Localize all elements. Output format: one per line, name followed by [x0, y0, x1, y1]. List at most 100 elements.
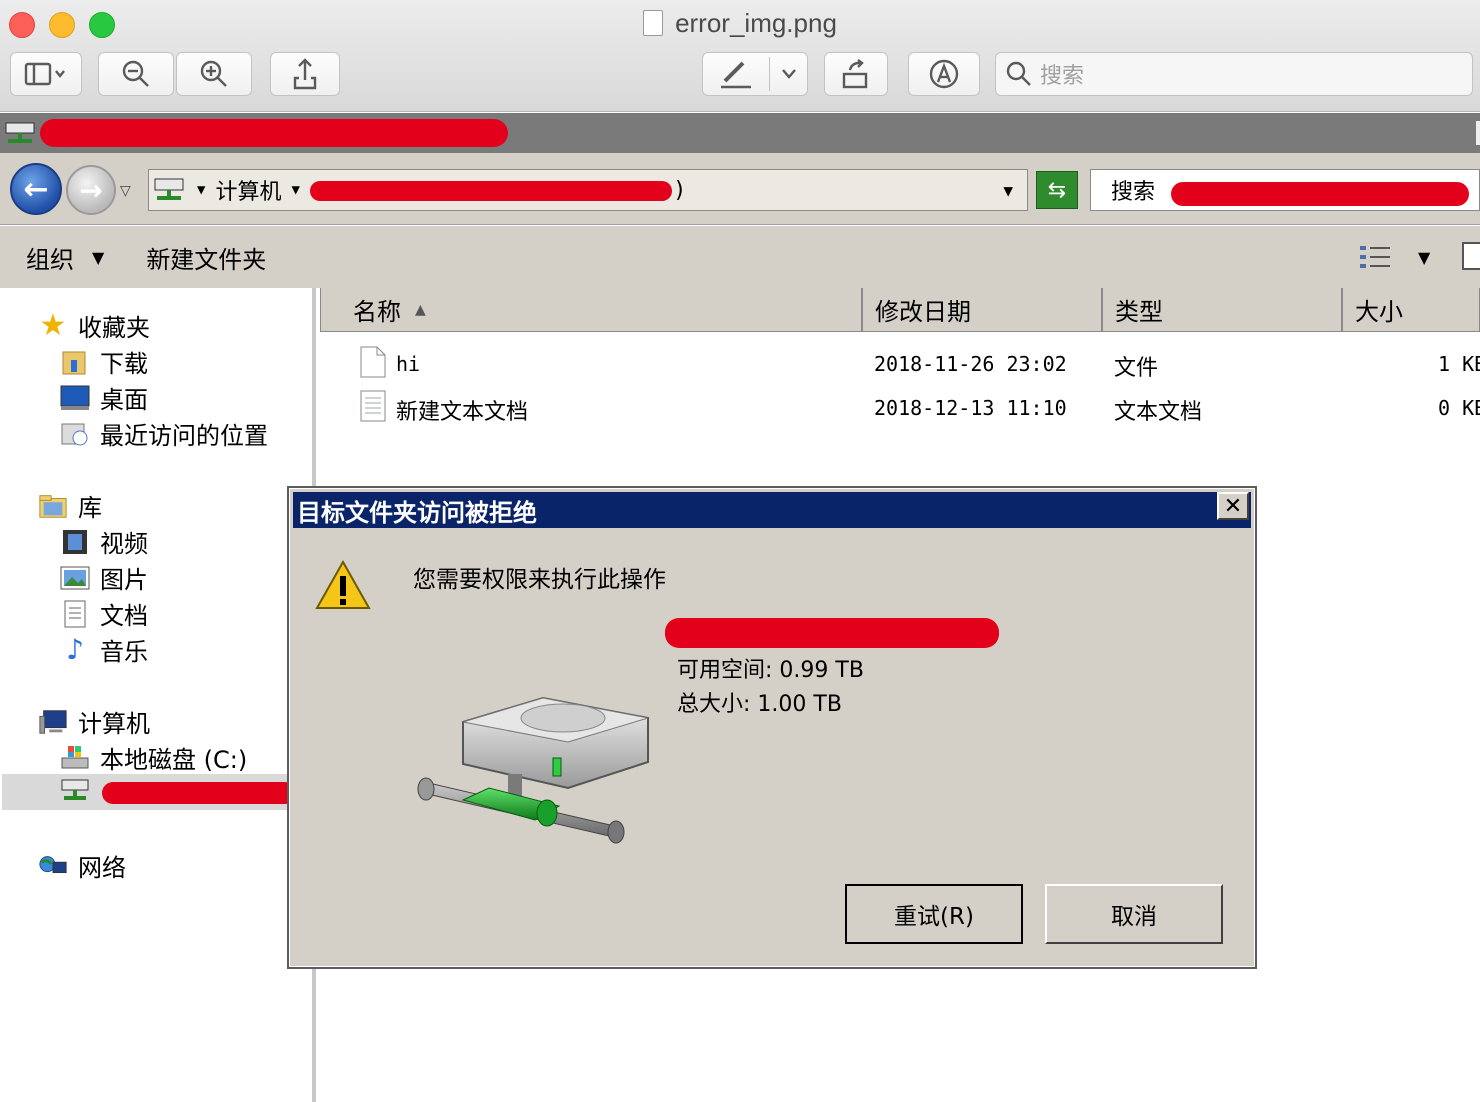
local-disk-icon — [60, 744, 90, 772]
redaction-mark — [1171, 182, 1469, 206]
text-document-icon — [360, 390, 386, 428]
markup-button[interactable] — [702, 52, 808, 96]
cancel-label: 取消 — [1111, 904, 1157, 930]
explorer-search-field[interactable]: 搜索 — [1090, 169, 1480, 211]
chevron-down-icon[interactable] — [779, 67, 799, 81]
forward-arrow-icon: → — [79, 173, 103, 207]
nav-pictures[interactable]: 图片 — [60, 560, 148, 595]
nav-recent-places[interactable]: 最近访问的位置 — [60, 416, 268, 451]
dialog-title: 目标文件夹访问被拒绝 — [297, 498, 537, 527]
nav-label: 本地磁盘 (C:) — [100, 746, 248, 774]
close-icon: ✕ — [1223, 493, 1243, 519]
breadcrumb-arrow-icon[interactable]: ▼ — [291, 182, 299, 198]
view-dropdown-icon[interactable]: ▼ — [1418, 248, 1430, 267]
window-title-text: error_img.png — [675, 8, 837, 38]
redaction-mark — [665, 618, 999, 648]
nav-local-disk[interactable]: 本地磁盘 (C:) — [60, 740, 247, 775]
downloads-folder-icon — [60, 348, 90, 376]
retry-button[interactable]: 重试(R) — [845, 884, 1023, 944]
breadcrumb-share[interactable] — [309, 175, 672, 205]
address-bar[interactable]: ▼ 计算机 ▼ :) ▼ — [148, 169, 1028, 211]
nav-favorites[interactable]: ★ 收藏夹 — [38, 308, 150, 343]
breadcrumb-computer[interactable]: 计算机 — [215, 174, 281, 206]
redaction-mark — [40, 119, 508, 147]
view-options-icon[interactable] — [1360, 246, 1390, 268]
search-placeholder: 搜索 — [1040, 64, 1085, 89]
total-size-label: 总大小: 1.00 TB — [677, 692, 842, 717]
breadcrumb-arrow-icon[interactable]: ▼ — [197, 182, 205, 198]
button-divider — [769, 57, 770, 91]
file-row[interactable]: hi 2018-11-26 23:02 文件 1 KB — [320, 346, 1480, 386]
zoom-in-icon — [200, 60, 227, 87]
history-dropdown[interactable]: ▽ — [120, 183, 131, 199]
file-row[interactable]: 新建文本文档 2018-12-13 11:10 文本文档 0 KB — [320, 390, 1480, 430]
file-modified: 2018-12-13 11:10 — [874, 396, 1067, 420]
zoom-out-icon — [122, 60, 149, 87]
file-size: 1 KB — [1438, 352, 1480, 376]
picture-icon — [60, 564, 90, 592]
column-header-modified[interactable]: 修改日期 — [862, 288, 1102, 332]
navigation-pane: ★ 收藏夹 下载 桌面 最近访问的位置 库 视频 图片 文档 ♪ 音乐 计算机 … — [0, 288, 316, 1102]
organize-menu[interactable]: 组织 ▼ — [26, 240, 104, 275]
nav-documents[interactable]: 文档 — [60, 596, 148, 631]
column-header-label: 名称 — [353, 298, 401, 326]
rotate-button[interactable] — [824, 52, 888, 96]
nav-libraries[interactable]: 库 — [38, 488, 102, 523]
sidebar-icon — [24, 62, 65, 86]
library-folder-icon — [38, 492, 68, 520]
nav-music[interactable]: ♪ 音乐 — [60, 632, 148, 667]
forward-button[interactable]: → — [66, 165, 116, 215]
file-type: 文件 — [1114, 356, 1159, 381]
redaction-mark — [309, 181, 672, 201]
image-file-icon — [643, 10, 664, 36]
pen-icon — [721, 61, 751, 89]
column-header-label: 类型 — [1115, 298, 1163, 326]
nav-downloads[interactable]: 下载 — [60, 344, 148, 379]
preview-pane-icon[interactable] — [1462, 242, 1480, 270]
nav-videos[interactable]: 视频 — [60, 524, 148, 559]
cancel-button[interactable]: 取消 — [1045, 884, 1223, 944]
nav-network-share[interactable] — [60, 776, 296, 804]
warning-icon — [315, 560, 371, 609]
zoom-out-button[interactable] — [98, 52, 174, 96]
address-dropdown-icon[interactable]: ▼ — [1003, 181, 1013, 200]
sort-ascending-icon: ▲ — [415, 301, 426, 318]
network-drive-icon — [60, 776, 90, 804]
music-note-icon: ♪ — [66, 633, 84, 666]
new-folder-button[interactable]: 新建文件夹 — [146, 240, 266, 275]
nav-label: 桌面 — [100, 386, 148, 414]
column-header-type[interactable]: 类型 — [1102, 288, 1342, 332]
explorer-search-label: 搜索 — [1111, 180, 1156, 205]
file-size: 0 KB — [1438, 396, 1480, 420]
dialog-titlebar: 目标文件夹访问被拒绝 — [293, 492, 1251, 528]
rotate-icon — [842, 59, 868, 89]
video-icon — [60, 528, 90, 556]
share-button[interactable] — [270, 52, 340, 96]
back-button[interactable]: ← — [10, 163, 62, 215]
nav-label: 最近访问的位置 — [100, 422, 268, 450]
refresh-icon: ⇆ — [1047, 177, 1067, 203]
preview-search-field[interactable]: 搜索 — [995, 52, 1473, 96]
share-icon — [293, 58, 317, 90]
nav-computer[interactable]: 计算机 — [38, 704, 150, 739]
free-space-label: 可用空间: 0.99 TB — [677, 658, 864, 683]
command-bar: 组织 ▼ 新建文件夹 ▼ — [0, 226, 1480, 288]
nav-label: 音乐 — [100, 638, 148, 666]
zoom-in-button[interactable] — [176, 52, 252, 96]
connection-bar — [0, 113, 1480, 153]
nav-label: 库 — [78, 494, 102, 522]
sidebar-toggle-button[interactable] — [10, 52, 82, 96]
file-modified: 2018-11-26 23:02 — [874, 352, 1067, 376]
refresh-button[interactable]: ⇆ — [1036, 171, 1078, 209]
annotate-button[interactable] — [908, 52, 980, 96]
column-header-size[interactable]: 大小 — [1342, 288, 1480, 332]
column-header-name[interactable]: 名称 ▲ — [320, 288, 862, 332]
chevron-down-icon: ▼ — [92, 247, 105, 267]
window-title: error_img.png — [0, 8, 1480, 39]
explorer-address-row: ← → ▽ ▼ 计算机 ▼ :) ▼ ⇆ 搜索 — [0, 153, 1480, 225]
dialog-close-button[interactable]: ✕ — [1217, 492, 1249, 520]
back-arrow-icon: ← — [23, 171, 49, 207]
nav-label: 收藏夹 — [78, 314, 150, 342]
nav-network[interactable]: 网络 — [38, 848, 126, 883]
nav-desktop[interactable]: 桌面 — [60, 380, 148, 415]
